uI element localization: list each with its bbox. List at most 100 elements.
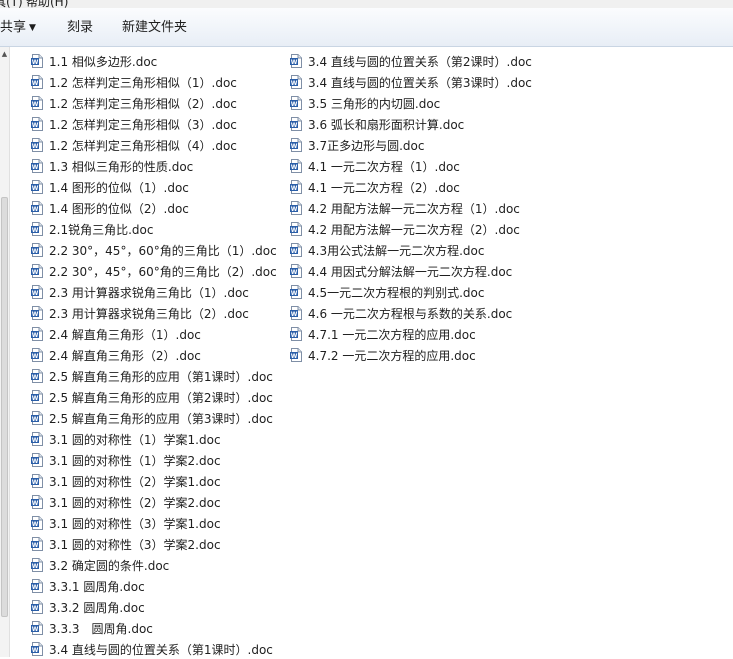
- file-name: 4.2 用配方法解一元二次方程（1）.doc: [308, 201, 520, 216]
- file-name: 2.2 30°，45°，60°角的三角比（2）.doc: [49, 264, 277, 279]
- word-document-icon: W: [31, 348, 43, 362]
- svg-text:W: W: [32, 521, 39, 528]
- word-document-icon: W: [290, 117, 302, 131]
- word-document-icon: W: [31, 75, 43, 89]
- file-name: 1.1 相似多边形.doc: [49, 54, 158, 69]
- file-item[interactable]: W 2.4 解直角三角形（2）.doc: [31, 345, 201, 365]
- word-document-icon: W: [290, 201, 302, 215]
- file-name: 2.5 解直角三角形的应用（第1课时）.doc: [49, 369, 273, 384]
- file-name: 2.5 解直角三角形的应用（第3课时）.doc: [49, 411, 273, 426]
- file-item[interactable]: W 1.4 图形的位似（2）.doc: [31, 198, 189, 218]
- file-item[interactable]: W 2.5 解直角三角形的应用（第1课时）.doc: [31, 366, 273, 386]
- file-item[interactable]: W 4.7.2 一元二次方程的应用.doc: [290, 345, 476, 365]
- share-button[interactable]: 共享 ▼: [0, 20, 36, 36]
- file-name: 4.2 用配方法解一元二次方程（2）.doc: [308, 222, 520, 237]
- file-item[interactable]: W 3.3.3 圆周角.doc: [31, 618, 153, 638]
- file-item[interactable]: W 1.2 怎样判定三角形相似（4）.doc: [31, 135, 237, 155]
- file-item[interactable]: W 1.2 怎样判定三角形相似（1）.doc: [31, 72, 237, 92]
- share-label: 共享: [0, 20, 27, 35]
- file-item[interactable]: W 1.4 图形的位似（1）.doc: [31, 177, 189, 197]
- file-item[interactable]: W 2.3 用计算器求锐角三角比（2）.doc: [31, 303, 249, 323]
- file-item[interactable]: W 3.1 圆的对称性（1）学案1.doc: [31, 429, 221, 449]
- file-name: 1.4 图形的位似（2）.doc: [49, 201, 189, 216]
- file-item[interactable]: W 3.4 直线与圆的位置关系（第3课时）.doc: [290, 72, 532, 92]
- file-item[interactable]: W 4.1 一元二次方程（2）.doc: [290, 177, 460, 197]
- file-item[interactable]: W 3.4 直线与圆的位置关系（第2课时）.doc: [290, 51, 532, 71]
- file-item[interactable]: W 2.2 30°，45°，60°角的三角比（2）.doc: [31, 261, 277, 281]
- svg-text:W: W: [291, 311, 298, 318]
- file-item[interactable]: W 4.5一元二次方程根的判别式.doc: [290, 282, 484, 302]
- file-item[interactable]: W 1.1 相似多边形.doc: [31, 51, 157, 71]
- word-document-icon: W: [31, 579, 43, 593]
- word-document-icon: W: [31, 558, 43, 572]
- file-item[interactable]: W 2.1锐角三角比.doc: [31, 219, 153, 239]
- file-name: 1.4 图形的位似（1）.doc: [49, 180, 189, 195]
- file-item[interactable]: W 3.2 确定圆的条件.doc: [31, 555, 169, 575]
- menu-help[interactable]: 帮助(H): [26, 0, 68, 8]
- file-item[interactable]: W 2.5 解直角三角形的应用（第3课时）.doc: [31, 408, 273, 428]
- file-item[interactable]: W 4.1 一元二次方程（1）.doc: [290, 156, 460, 176]
- file-name: 4.5一元二次方程根的判别式.doc: [308, 285, 485, 300]
- new-folder-button[interactable]: 新建文件夹: [122, 20, 187, 36]
- file-item[interactable]: W 4.3用公式法解一元二次方程.doc: [290, 240, 484, 260]
- file-item[interactable]: W 2.5 解直角三角形的应用（第2课时）.doc: [31, 387, 273, 407]
- scroll-thumb[interactable]: [1, 197, 8, 617]
- file-name: 3.2 确定圆的条件.doc: [49, 558, 170, 573]
- file-name: 4.4 用因式分解法解一元二次方程.doc: [308, 264, 513, 279]
- svg-text:W: W: [291, 227, 298, 234]
- word-document-icon: W: [290, 243, 302, 257]
- svg-text:W: W: [32, 311, 39, 318]
- burn-button[interactable]: 刻录: [67, 20, 93, 36]
- file-name: 2.4 解直角三角形（1）.doc: [49, 327, 201, 342]
- menu-tools[interactable]: 具(T): [0, 0, 23, 8]
- file-item[interactable]: W 3.3.1 圆周角.doc: [31, 576, 145, 596]
- word-document-icon: W: [31, 390, 43, 404]
- word-document-icon: W: [31, 474, 43, 488]
- svg-text:W: W: [32, 479, 39, 486]
- file-item[interactable]: W 4.4 用因式分解法解一元二次方程.doc: [290, 261, 512, 281]
- svg-text:W: W: [32, 206, 39, 213]
- menu-bar: 具(T) 帮助(H): [0, 0, 733, 8]
- svg-text:W: W: [32, 605, 39, 612]
- file-name: 3.5 三角形的内切圆.doc: [308, 96, 441, 111]
- file-name: 1.2 怎样判定三角形相似（4）.doc: [49, 138, 237, 153]
- file-item[interactable]: W 3.4 直线与圆的位置关系（第1课时）.doc: [31, 639, 273, 659]
- word-document-icon: W: [290, 54, 302, 68]
- word-document-icon: W: [31, 369, 43, 383]
- file-item[interactable]: W 3.1 圆的对称性（3）学案1.doc: [31, 513, 221, 533]
- file-item[interactable]: W 2.3 用计算器求锐角三角比（1）.doc: [31, 282, 249, 302]
- file-item[interactable]: W 1.2 怎样判定三角形相似（3）.doc: [31, 114, 237, 134]
- svg-text:W: W: [32, 437, 39, 444]
- file-item[interactable]: W 4.2 用配方法解一元二次方程（1）.doc: [290, 198, 520, 218]
- file-item[interactable]: W 3.1 圆的对称性（2）学案1.doc: [31, 471, 221, 491]
- file-name: 4.7.1 一元二次方程的应用.doc: [308, 327, 476, 342]
- svg-text:W: W: [291, 332, 298, 339]
- svg-text:W: W: [32, 353, 39, 360]
- word-document-icon: W: [290, 138, 302, 152]
- file-item[interactable]: W 1.2 怎样判定三角形相似（2）.doc: [31, 93, 237, 113]
- file-item[interactable]: W 4.2 用配方法解一元二次方程（2）.doc: [290, 219, 520, 239]
- file-item[interactable]: W 3.1 圆的对称性（1）学案2.doc: [31, 450, 221, 470]
- file-item[interactable]: W 3.7正多边形与圆.doc: [290, 135, 424, 155]
- file-name: 3.4 直线与圆的位置关系（第1课时）.doc: [49, 642, 273, 657]
- file-name: 3.1 圆的对称性（3）学案2.doc: [49, 537, 221, 552]
- file-item[interactable]: W 4.6 一元二次方程根与系数的关系.doc: [290, 303, 512, 323]
- file-item[interactable]: W 3.1 圆的对称性（2）学案2.doc: [31, 492, 221, 512]
- file-item[interactable]: W 1.3 相似三角形的性质.doc: [31, 156, 193, 176]
- file-name: 1.2 怎样判定三角形相似（1）.doc: [49, 75, 237, 90]
- word-document-icon: W: [31, 327, 43, 341]
- file-item[interactable]: W 2.2 30°，45°，60°角的三角比（1）.doc: [31, 240, 277, 260]
- file-name: 3.1 圆的对称性（1）学案1.doc: [49, 432, 221, 447]
- word-document-icon: W: [31, 54, 43, 68]
- file-item[interactable]: W 3.1 圆的对称性（3）学案2.doc: [31, 534, 221, 554]
- file-item[interactable]: W 4.7.1 一元二次方程的应用.doc: [290, 324, 476, 344]
- scroll-up-arrow-icon[interactable]: ▲: [0, 47, 9, 61]
- file-item[interactable]: W 3.5 三角形的内切圆.doc: [290, 93, 440, 113]
- file-item[interactable]: W 3.3.2 圆周角.doc: [31, 597, 145, 617]
- file-item[interactable]: W 3.6 弧长和扇形面积计算.doc: [290, 114, 464, 134]
- svg-text:W: W: [32, 269, 39, 276]
- file-item[interactable]: W 2.4 解直角三角形（1）.doc: [31, 324, 201, 344]
- vertical-scrollbar[interactable]: ▲: [0, 47, 10, 657]
- svg-text:W: W: [32, 248, 39, 255]
- file-name: 2.3 用计算器求锐角三角比（1）.doc: [49, 285, 249, 300]
